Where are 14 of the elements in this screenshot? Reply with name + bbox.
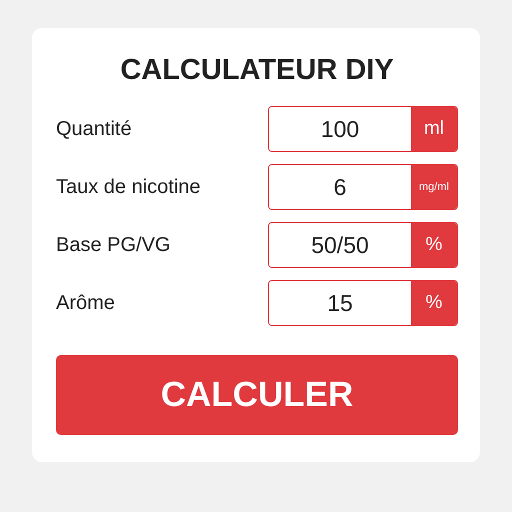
input-field[interactable]: 15 % <box>268 280 458 326</box>
unit-label: ml <box>411 107 457 151</box>
unit-label: % <box>411 223 457 267</box>
input-field[interactable]: 6 mg/ml <box>268 164 458 210</box>
unit-label: % <box>411 281 457 325</box>
field-label: Arôme <box>56 292 116 314</box>
input-field[interactable]: 50/50 % <box>268 222 458 268</box>
field-label: Taux de nicotine <box>56 176 202 198</box>
unit-label: mg/ml <box>411 165 457 209</box>
field-label: Base PG/VG <box>56 234 172 256</box>
calculator-title: CALCULATEUR DIY <box>119 53 395 88</box>
field-label: Quantité <box>56 118 133 140</box>
input-field[interactable]: 100 ml <box>268 106 458 152</box>
calculate-button[interactable]: CALCULER <box>56 355 458 435</box>
